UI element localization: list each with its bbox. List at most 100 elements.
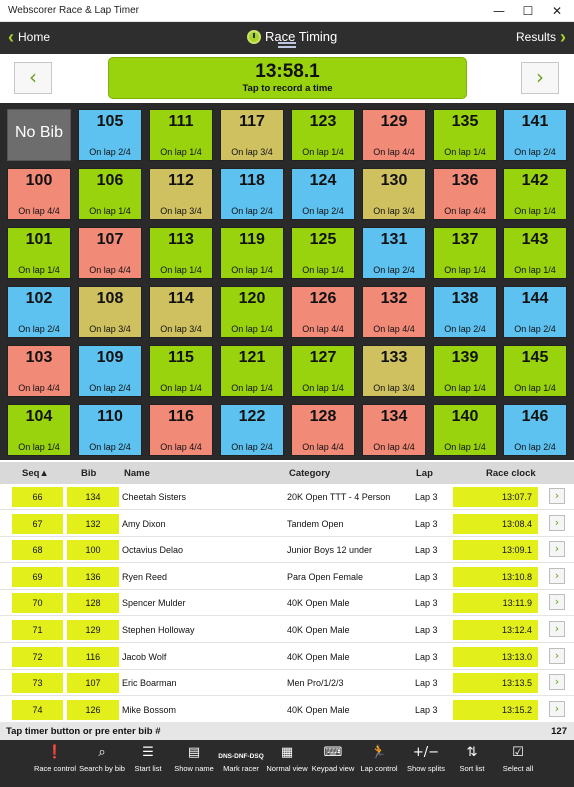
bib-tile[interactable]: 135 On lap 1/4 xyxy=(433,109,497,161)
col-bib-header[interactable]: Bib xyxy=(81,468,96,479)
bib-tile[interactable]: 111 On lap 1/4 xyxy=(149,109,213,161)
bib-lap-status: On lap 1/4 xyxy=(160,265,202,275)
bib-lap-status: On lap 3/4 xyxy=(160,206,202,216)
previous-button[interactable]: ‹ xyxy=(14,62,52,94)
race-clock-cell: 13:08.4 xyxy=(453,513,538,534)
bib-tile[interactable]: 101 On lap 1/4 xyxy=(7,227,71,279)
bib-tile[interactable]: 109 On lap 2/4 xyxy=(78,345,142,397)
bib-tile[interactable]: 100 On lap 4/4 xyxy=(7,168,71,220)
table-row[interactable]: 72 116 Jacob Wolf 40K Open Male Lap 3 13:13.0… xyxy=(0,644,574,670)
chevron-right-icon[interactable]: › xyxy=(549,488,565,504)
bib-tile[interactable]: 107 On lap 4/4 xyxy=(78,227,142,279)
seq-cell: 68 xyxy=(12,540,63,561)
bib-tile[interactable]: 104 On lap 1/4 xyxy=(7,404,71,456)
bib-tile[interactable]: 113 On lap 1/4 xyxy=(149,227,213,279)
chevron-right-icon[interactable]: › xyxy=(549,700,565,717)
bib-tile[interactable]: 118 On lap 2/4 xyxy=(220,168,284,220)
bib-lap-status: On lap 1/4 xyxy=(231,265,273,275)
chevron-right-icon[interactable]: › xyxy=(549,647,565,664)
bib-tile[interactable]: 110 On lap 2/4 xyxy=(78,404,142,456)
bib-tile[interactable]: 115 On lap 1/4 xyxy=(149,345,213,397)
bib-tile[interactable]: 134 On lap 4/4 xyxy=(362,404,426,456)
close-icon[interactable]: ✕ xyxy=(542,0,572,22)
bib-tile[interactable]: 142 On lap 1/4 xyxy=(503,168,567,220)
bib-tile[interactable]: 138 On lap 2/4 xyxy=(433,286,497,338)
bib-tile[interactable]: 106 On lap 1/4 xyxy=(78,168,142,220)
race-clock-cell: 13:11.9 xyxy=(453,593,538,614)
maximize-icon[interactable]: ☐ xyxy=(513,0,543,22)
bib-tile[interactable]: 102 On lap 2/4 xyxy=(7,286,71,338)
bib-tile[interactable]: 123 On lap 1/4 xyxy=(291,109,355,161)
table-row[interactable]: 68 100 Octavius Delao Junior Boys 12 under L… xyxy=(0,537,574,564)
col-category-header[interactable]: Category xyxy=(289,468,330,479)
bib-tile[interactable]: 119 On lap 1/4 xyxy=(220,227,284,279)
bib-tile[interactable]: 144 On lap 2/4 xyxy=(503,286,567,338)
chevron-right-icon[interactable]: › xyxy=(549,514,565,531)
bib-lap-status: On lap 1/4 xyxy=(302,265,344,275)
bib-lap-status: On lap 2/4 xyxy=(231,442,273,452)
bib-tile[interactable]: 105 On lap 2/4 xyxy=(78,109,142,161)
bib-tile[interactable]: 136 On lap 4/4 xyxy=(433,168,497,220)
bib-tile[interactable]: 112 On lap 3/4 xyxy=(149,168,213,220)
bib-tile[interactable]: 117 On lap 3/4 xyxy=(220,109,284,161)
col-lap-header[interactable]: Lap xyxy=(416,468,433,479)
chevron-right-icon[interactable]: › xyxy=(549,567,565,584)
bib-tile[interactable]: 125 On lap 1/4 xyxy=(291,227,355,279)
name-cell: Spencer Mulder xyxy=(122,598,186,609)
bib-tile[interactable]: 132 On lap 4/4 xyxy=(362,286,426,338)
chevron-right-icon[interactable]: › xyxy=(549,621,565,637)
table-row[interactable]: 73 107 Eric Boarman Men Pro/1/2/3 Lap 3 13:13… xyxy=(0,670,574,697)
chevron-right-icon[interactable]: › xyxy=(549,674,565,691)
results-button[interactable]: Results › xyxy=(516,28,566,46)
bib-tile[interactable]: 130 On lap 3/4 xyxy=(362,168,426,220)
table-row[interactable]: 70 128 Spencer Mulder 40K Open Male Lap 3 13:… xyxy=(0,590,574,617)
bib-tile[interactable]: 133 On lap 3/4 xyxy=(362,345,426,397)
table-row[interactable]: 66 134 Cheetah Sisters 20K Open TTT - 4 Per… xyxy=(0,484,574,510)
bib-tile[interactable]: 122 On lap 2/4 xyxy=(220,404,284,456)
bib-number: 101 xyxy=(25,231,53,248)
toolbar-select-all-button[interactable]: ☑ Select all xyxy=(495,740,541,787)
chevron-right-icon[interactable]: › xyxy=(549,541,565,558)
category-cell: Para Open Female xyxy=(287,571,364,582)
minimize-icon[interactable]: — xyxy=(484,0,514,22)
col-clock-header[interactable]: Race clock xyxy=(486,468,536,479)
toolbar-alert-button[interactable]: ❗ Race control xyxy=(32,740,78,787)
bib-cell: 132 xyxy=(67,513,119,534)
bib-number: 133 xyxy=(380,349,408,366)
bib-tile[interactable]: 129 On lap 4/4 xyxy=(362,109,426,161)
sort-icon: ⇅ xyxy=(466,745,478,760)
bib-tile[interactable]: 103 On lap 4/4 xyxy=(7,345,71,397)
table-row[interactable]: 74 126 Mike Bossom 40K Open Male Lap 3 13:15.… xyxy=(0,697,574,723)
table-row[interactable]: 69 136 Ryen Reed Para Open Female Lap 3 13:10… xyxy=(0,564,574,590)
record-time-button[interactable]: 13:58.1 Tap to record a time xyxy=(108,57,467,99)
bib-tile[interactable]: 127 On lap 1/4 xyxy=(291,345,355,397)
col-name-header[interactable]: Name xyxy=(124,468,150,479)
next-button[interactable]: › xyxy=(521,62,559,94)
seq-cell: 73 xyxy=(12,673,63,694)
bib-tile[interactable]: 121 On lap 1/4 xyxy=(220,345,284,397)
bib-tile[interactable]: 114 On lap 3/4 xyxy=(149,286,213,338)
lap-cell: Lap 3 xyxy=(415,678,438,689)
home-button[interactable]: ‹ Home xyxy=(8,28,50,46)
bib-tile[interactable]: 143 On lap 1/4 xyxy=(503,227,567,279)
bib-tile[interactable]: 146 On lap 2/4 xyxy=(503,404,567,456)
no-bib-button[interactable]: No Bib xyxy=(7,109,71,161)
bib-tile[interactable]: 137 On lap 1/4 xyxy=(433,227,497,279)
toolbar-columns-button[interactable]: ▤ Show name xyxy=(171,740,217,787)
bib-tile[interactable]: 128 On lap 4/4 xyxy=(291,404,355,456)
bib-tile[interactable]: 116 On lap 4/4 xyxy=(149,404,213,456)
bib-tile[interactable]: 108 On lap 3/4 xyxy=(78,286,142,338)
bib-tile[interactable]: 120 On lap 1/4 xyxy=(220,286,284,338)
bib-tile[interactable]: 126 On lap 4/4 xyxy=(291,286,355,338)
table-row[interactable]: 71 129 Stephen Holloway 40K Open Male Lap 3 1… xyxy=(0,617,574,643)
bib-tile[interactable]: 145 On lap 1/4 xyxy=(503,345,567,397)
bib-tile[interactable]: 139 On lap 1/4 xyxy=(433,345,497,397)
col-seq-header[interactable]: Seq▲ xyxy=(22,468,49,479)
table-row[interactable]: 67 132 Amy Dixon Tandem Open Lap 3 13:08.4 › xyxy=(0,511,574,537)
bib-tile[interactable]: 141 On lap 2/4 xyxy=(503,109,567,161)
bib-tile[interactable]: 131 On lap 2/4 xyxy=(362,227,426,279)
bib-tile[interactable]: 124 On lap 2/4 xyxy=(291,168,355,220)
toolbar-runner-button[interactable]: 🏃 Lap control xyxy=(356,740,402,787)
chevron-right-icon[interactable]: › xyxy=(549,594,565,611)
bib-tile[interactable]: 140 On lap 1/4 xyxy=(433,404,497,456)
